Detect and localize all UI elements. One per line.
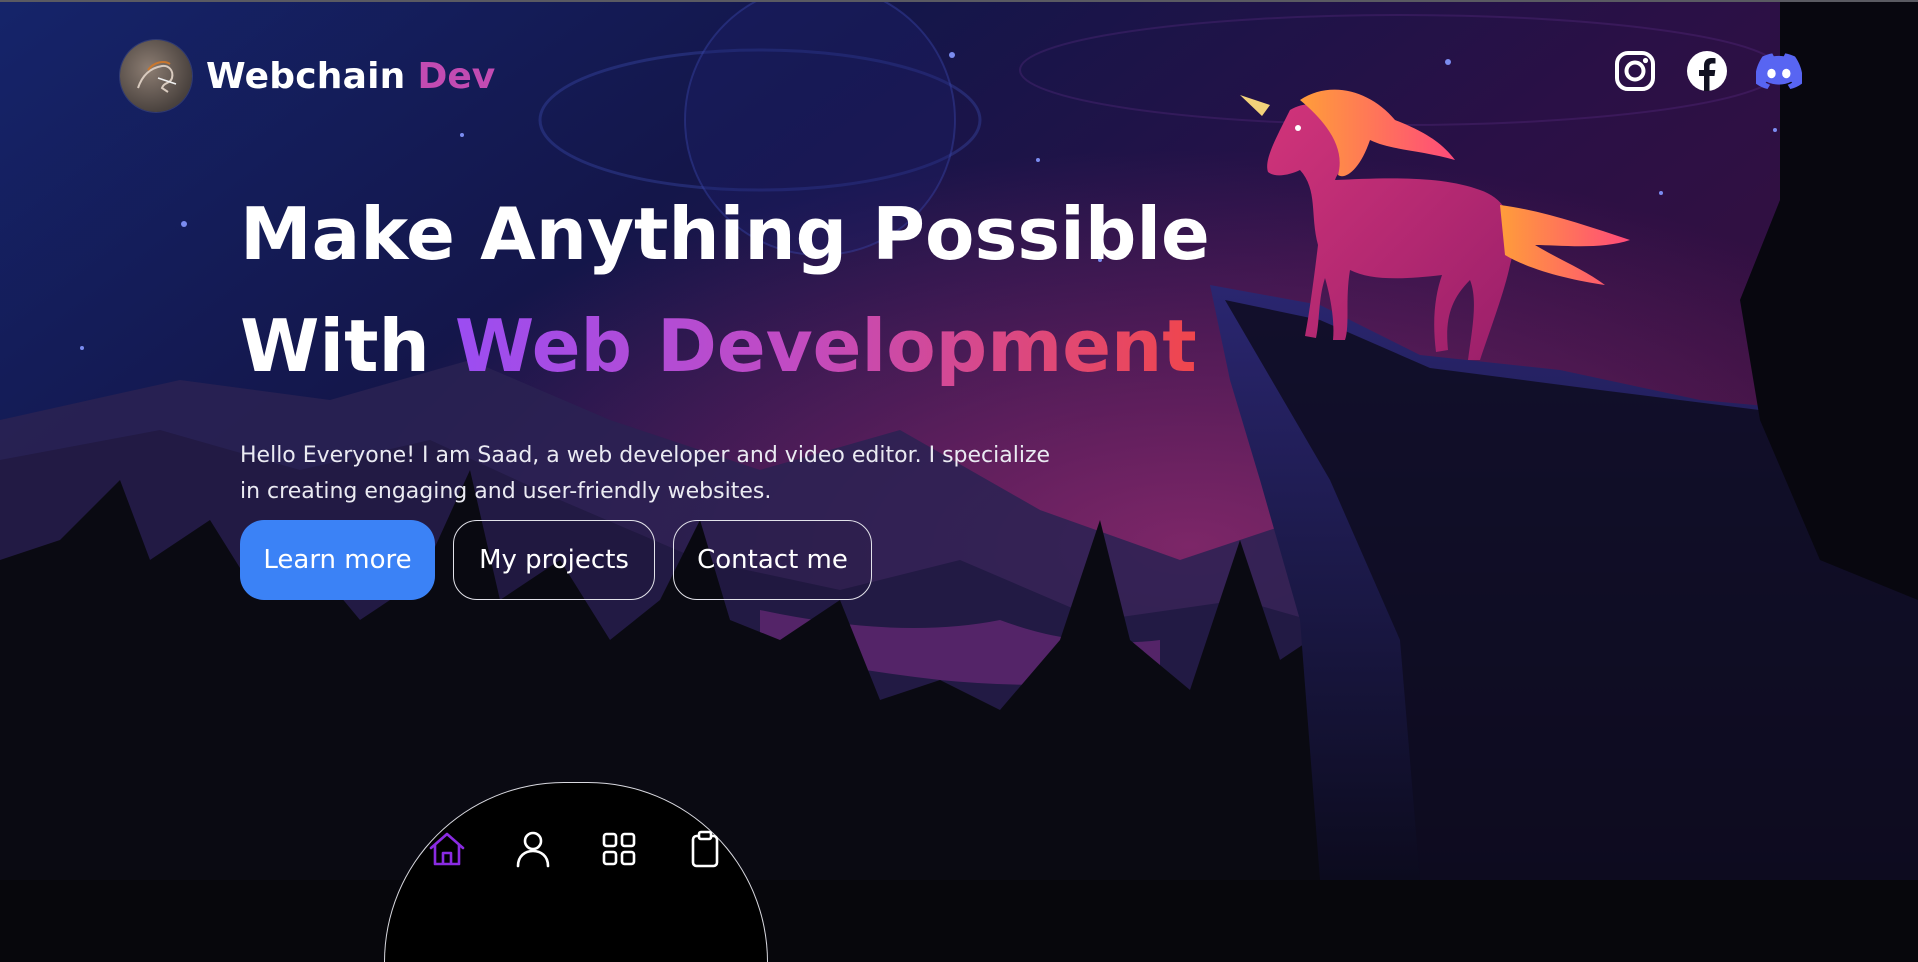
brand-name: Webchain: [206, 55, 406, 97]
my-projects-button[interactable]: My projects: [453, 520, 655, 600]
discord-icon[interactable]: [1756, 48, 1802, 94]
contact-me-button[interactable]: Contact me: [673, 520, 872, 600]
hero-title-prefix: With: [240, 304, 430, 388]
hero-buttons: Learn more My projects Contact me: [240, 520, 890, 600]
hero-section: Make Anything Possible With Web Developm…: [240, 178, 1210, 510]
hero-title-line1: Make Anything Possible: [240, 192, 1210, 276]
facebook-icon[interactable]: [1684, 48, 1730, 94]
horse-logo-icon: [120, 40, 192, 112]
user-icon[interactable]: [511, 827, 555, 871]
hero-title-highlight: Web Development: [454, 304, 1197, 388]
learn-more-button[interactable]: Learn more: [240, 520, 435, 600]
instagram-icon[interactable]: [1612, 48, 1658, 94]
home-icon[interactable]: [425, 827, 469, 871]
clipboard-icon[interactable]: [683, 827, 727, 871]
brand[interactable]: Webchain Dev: [120, 40, 495, 112]
grid-icon[interactable]: [597, 827, 641, 871]
hero-title-line2: With Web Development: [240, 290, 1197, 402]
brand-accent: Dev: [417, 55, 496, 97]
top-border: [0, 0, 1918, 2]
hero-description: Hello Everyone! I am Saad, a web develop…: [240, 443, 1051, 504]
